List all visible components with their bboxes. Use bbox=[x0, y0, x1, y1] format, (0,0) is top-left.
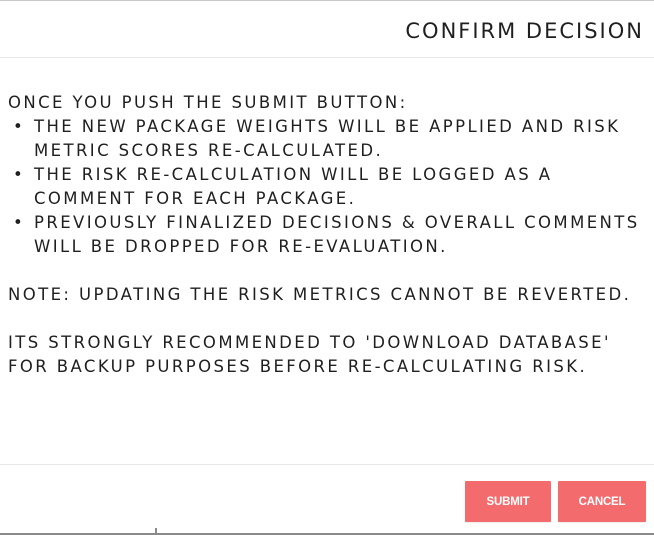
consequence-list: • THE NEW PACKAGE WEIGHTS WILL BE APPLIE… bbox=[8, 115, 648, 259]
dialog-header: CONFIRM DECISION bbox=[0, 2, 654, 58]
list-item: • PREVIOUSLY FINALIZED DECISIONS & OVERA… bbox=[13, 211, 648, 259]
intro-text: ONCE YOU PUSH THE SUBMIT BUTTON: bbox=[8, 93, 408, 112]
dialog-body: ONCE YOU PUSH THE SUBMIT BUTTON: • THE N… bbox=[8, 91, 648, 379]
cancel-button[interactable]: CANCEL bbox=[558, 481, 646, 522]
list-item: • THE NEW PACKAGE WEIGHTS WILL BE APPLIE… bbox=[13, 115, 648, 163]
dialog-title: CONFIRM DECISION bbox=[405, 19, 644, 43]
bullet-icon: • bbox=[13, 213, 26, 232]
submit-button[interactable]: SUBMIT bbox=[465, 481, 551, 522]
background-divider bbox=[155, 528, 157, 533]
confirm-decision-dialog: CONFIRM DECISION ONCE YOU PUSH THE SUBMI… bbox=[0, 0, 654, 535]
list-item-text: THE RISK RE-CALCULATION WILL BE LOGGED A… bbox=[34, 165, 553, 208]
list-item-text: PREVIOUSLY FINALIZED DECISIONS & OVERALL… bbox=[34, 213, 640, 256]
list-item: • THE RISK RE-CALCULATION WILL BE LOGGED… bbox=[13, 163, 648, 211]
note-text: NOTE: UPDATING THE RISK METRICS CANNOT B… bbox=[8, 285, 632, 304]
bullet-icon: • bbox=[13, 165, 26, 184]
recommendation-text: ITS STRONGLY RECOMMENDED TO 'DOWNLOAD DA… bbox=[8, 333, 611, 376]
dialog-footer: SUBMIT CANCEL bbox=[0, 464, 654, 534]
bullet-icon: • bbox=[13, 117, 26, 136]
list-item-text: THE NEW PACKAGE WEIGHTS WILL BE APPLIED … bbox=[34, 117, 621, 160]
